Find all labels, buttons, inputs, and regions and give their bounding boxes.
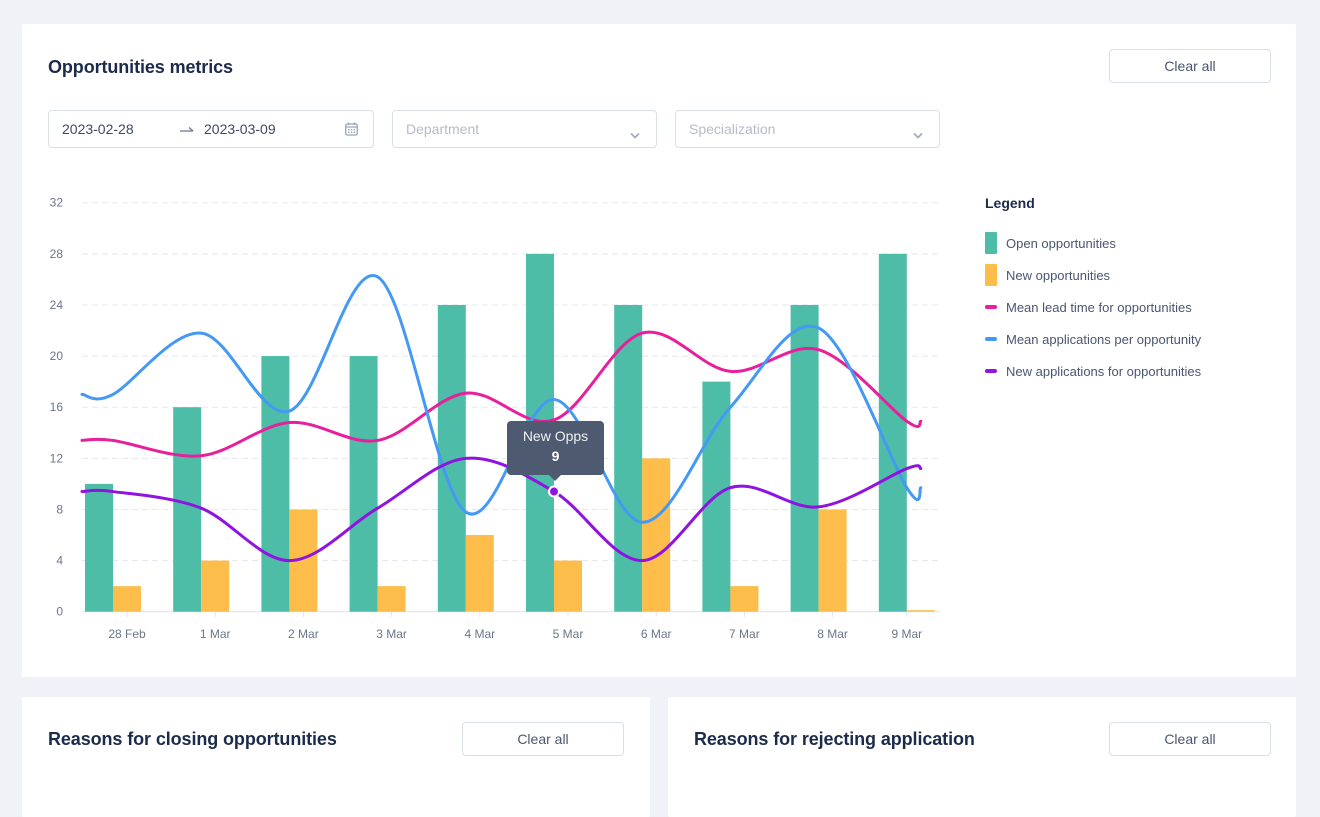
bar-open-opportunities bbox=[173, 407, 202, 612]
y-tick-label: 32 bbox=[50, 196, 64, 210]
legend-label: Open opportunities bbox=[1006, 235, 1116, 251]
legend-label: New opportunities bbox=[1006, 267, 1111, 283]
closing-reasons-card: Reasons for closing opportunities Clear … bbox=[22, 697, 650, 817]
card-title: Reasons for rejecting application bbox=[694, 729, 975, 749]
opportunities-metrics-card: Opportunities metrics Clear all 2023-02-… bbox=[22, 24, 1296, 677]
legend-label: New applications for opportunities bbox=[1006, 363, 1202, 379]
legend-label: Mean applications per opportunity bbox=[1006, 331, 1202, 347]
legend-item-open-opportunities[interactable]: Open opportunities bbox=[985, 227, 1285, 259]
tooltip-label: New Opps bbox=[522, 428, 589, 444]
bar-open-opportunities bbox=[878, 253, 907, 612]
x-tick-label: 1 Mar bbox=[200, 627, 231, 641]
chart-tooltip: New Opps 9 bbox=[507, 421, 604, 481]
active-point-marker bbox=[548, 485, 560, 498]
y-tick-label: 4 bbox=[56, 554, 63, 568]
x-tick-label: 8 Mar bbox=[817, 627, 848, 641]
legend-title: Legend bbox=[985, 195, 1035, 211]
y-tick-label: 8 bbox=[56, 502, 63, 516]
bar-new-opportunities bbox=[818, 509, 847, 612]
legend-swatch bbox=[985, 369, 997, 373]
legend-swatch bbox=[985, 232, 997, 254]
bar-open-opportunities bbox=[261, 356, 290, 612]
bar-new-opportunities bbox=[642, 458, 671, 612]
x-tick-label: 6 Mar bbox=[641, 627, 672, 641]
x-tick-label: 28 Feb bbox=[108, 627, 146, 641]
legend-swatch bbox=[985, 337, 997, 341]
y-tick-label: 24 bbox=[50, 298, 64, 312]
card-title: Reasons for closing opportunities bbox=[48, 729, 337, 749]
y-tick-label: 16 bbox=[50, 400, 64, 414]
bar-open-opportunities bbox=[349, 356, 378, 612]
bar-new-opportunities bbox=[465, 535, 494, 612]
y-tick-label: 12 bbox=[50, 451, 64, 465]
bar-new-opportunities bbox=[554, 560, 582, 612]
legend-label: Mean lead time for opportunities bbox=[1006, 299, 1192, 315]
bar-new-opportunities bbox=[113, 586, 141, 612]
bar-new-opportunities bbox=[377, 586, 406, 612]
legend-item-mean-applications[interactable]: Mean applications per opportunity bbox=[985, 323, 1285, 355]
x-axis: 28 Feb 1 Mar 2 Mar 3 Mar 4 Mar 5 Mar 6 Mar 7 Ma… bbox=[82, 611, 940, 641]
rejection-reasons-card: Reasons for rejecting application Clear … bbox=[668, 697, 1296, 817]
x-tick-label: 5 Mar bbox=[553, 627, 584, 641]
active-point bbox=[548, 485, 560, 498]
legend-swatch bbox=[985, 264, 997, 286]
x-tick-label: 7 Mar bbox=[729, 627, 760, 641]
legend-item-new-opportunities[interactable]: New opportunities bbox=[985, 259, 1285, 291]
x-tick-label: 3 Mar bbox=[376, 627, 407, 641]
y-axis: 0 4 8 12 16 20 24 28 32 bbox=[50, 196, 64, 619]
legend-item-mean-lead-time[interactable]: Mean lead time for opportunities bbox=[985, 291, 1285, 323]
x-tick-label: 9 Mar bbox=[891, 627, 922, 641]
y-tick-label: 20 bbox=[50, 349, 64, 363]
x-tick-label: 4 Mar bbox=[464, 627, 495, 641]
bar-new-opportunities bbox=[201, 560, 230, 612]
x-tick-label: 2 Mar bbox=[288, 627, 319, 641]
chart-legend: Legend Open opportunities New opportunit… bbox=[985, 194, 1285, 387]
bar-new-opportunities bbox=[906, 610, 935, 612]
tooltip-pointer bbox=[549, 475, 561, 481]
clear-all-button[interactable]: Clear all bbox=[1109, 722, 1271, 756]
bar-new-opportunities bbox=[730, 586, 759, 612]
legend-item-new-applications[interactable]: New applications for opportunities bbox=[985, 355, 1285, 387]
clear-all-button[interactable]: Clear all bbox=[462, 722, 624, 756]
bar-open-opportunities bbox=[85, 483, 113, 612]
y-tick-label: 28 bbox=[50, 247, 64, 261]
legend-swatch bbox=[985, 305, 997, 309]
y-tick-label: 0 bbox=[56, 605, 63, 619]
tooltip-value: 9 bbox=[551, 448, 560, 464]
